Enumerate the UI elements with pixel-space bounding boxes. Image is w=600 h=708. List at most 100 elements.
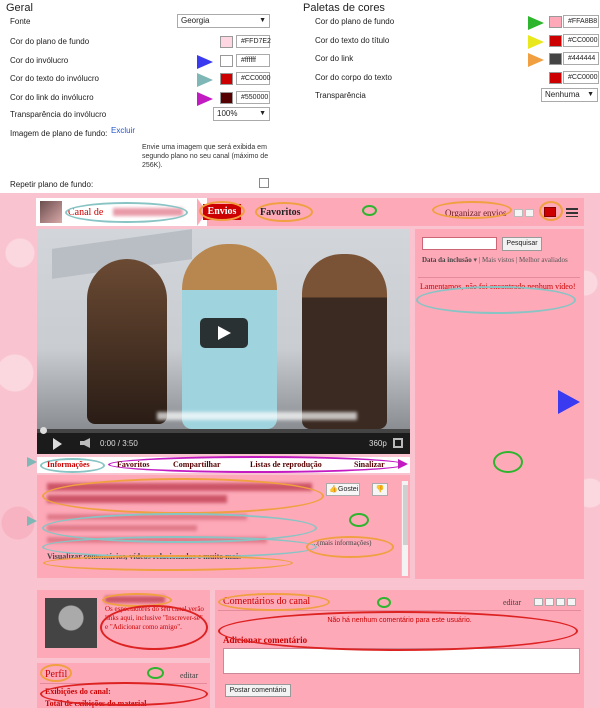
annotation-scribble-5	[147, 667, 164, 679]
channel-preview: Canal de Envios Favoritos Organizar envi…	[0, 193, 600, 708]
play-button[interactable]	[200, 318, 248, 348]
annotation-arrow-magenta-small	[398, 459, 408, 469]
video-title-blurred-1	[47, 483, 312, 491]
excluir-link[interactable]: Excluir	[111, 126, 135, 135]
visualizar-comentarios-link[interactable]: Visualizar comentários, vídeos relaciona…	[47, 552, 241, 561]
post-comment-button[interactable]: Postar comentário	[225, 684, 291, 697]
video-tab-1[interactable]: Favoritos	[117, 460, 149, 469]
paletas-color-swatch-2[interactable]	[549, 53, 562, 65]
video-tab-3[interactable]: Listas de reprodução	[250, 460, 322, 469]
comments-prev-button[interactable]	[545, 598, 554, 606]
paletas-annotation-arrow-2	[528, 53, 544, 67]
comments-last-button[interactable]	[567, 598, 576, 606]
geral-hex-input-0[interactable]: #FFD7E2	[236, 35, 271, 48]
paletas-annotation-arrow-0	[528, 16, 544, 30]
sort-mais-vistos[interactable]: Mais vistos	[482, 256, 514, 264]
grid-view-icon[interactable]	[566, 208, 578, 217]
paletas-hex-input-2[interactable]: #444444	[563, 52, 599, 65]
geral-color-swatch-1[interactable]	[220, 54, 233, 67]
tab-envios[interactable]: Envios	[203, 204, 241, 220]
fonte-select[interactable]: Georgia ▼	[177, 14, 270, 28]
comments-next-button[interactable]	[556, 598, 565, 606]
header-tabs-bg	[207, 198, 456, 226]
channel-owner-name-blurred[interactable]	[105, 596, 165, 603]
prev-page-button[interactable]	[514, 209, 523, 217]
volume-icon[interactable]	[80, 438, 90, 448]
comments-editar-link[interactable]: editar	[503, 598, 521, 607]
transparencia-select[interactable]: Nenhuma ▼	[541, 88, 598, 102]
comments-first-button[interactable]	[534, 598, 543, 606]
paletas-color-swatch-0[interactable]	[549, 16, 562, 28]
thumbs-down-icon[interactable]: 👎	[372, 483, 388, 496]
geral-annotation-arrow-2	[197, 73, 213, 87]
quality-label[interactable]: 360p	[369, 439, 387, 448]
geral-color-swatch-2[interactable]	[220, 73, 233, 85]
perfil-editar-link[interactable]: editar	[180, 671, 198, 680]
geral-hex-input-1[interactable]: #ffffff	[236, 53, 270, 67]
mais-informacoes-link[interactable]: ...(mais informações)	[312, 539, 371, 547]
transparencia-value: Nenhuma	[545, 90, 580, 99]
annotation-scribble-4	[377, 597, 391, 608]
comments-box: Comentários do canal editar Não há nenhu…	[215, 590, 584, 708]
annotation-arrow-blue-large	[558, 390, 580, 414]
tab-favoritos[interactable]: Favoritos	[260, 207, 301, 218]
progress-bar[interactable]	[37, 429, 410, 433]
video-desc-blurred-1	[47, 514, 247, 520]
video-tab-4[interactable]: Sinalizar	[354, 460, 385, 469]
geral-hex-input-2[interactable]: #CC0000	[236, 72, 271, 85]
paletas-title: Paletas de cores	[303, 2, 385, 14]
total-exibicoes-label: Total de exibições do material	[45, 699, 147, 708]
info-scrollbar[interactable]	[401, 481, 408, 576]
comment-textarea[interactable]	[223, 648, 580, 674]
geral-annotation-arrow-3	[197, 91, 213, 106]
video-desc-blurred-2	[47, 525, 197, 531]
annotation-arrow-teal-small	[27, 457, 37, 467]
organizar-envios-link[interactable]: Organizar envios	[445, 208, 507, 218]
video-info-panel: 👍 Gostei 👎 ...(mais informações) Visualiz…	[37, 475, 410, 578]
geral-hex-input-3[interactable]: #550000	[236, 90, 270, 104]
play-icon	[218, 326, 231, 340]
progress-handle[interactable]	[40, 427, 47, 434]
paletas-hex-input-3[interactable]: #CC0000	[563, 70, 599, 84]
paletas-hex-input-0[interactable]: #FFA8B8	[563, 15, 599, 28]
sort-data-inclusao[interactable]: Data da inclusão	[422, 256, 472, 264]
video-subtitle-blurred	[157, 412, 357, 420]
subscribe-box: Os espectadores do seu canal verão links…	[37, 590, 210, 658]
paletas-hex-input-1[interactable]: #CC0000	[563, 33, 599, 47]
sort-melhor-avaliados[interactable]: Melhor avaliados	[519, 256, 568, 264]
channel-title: Canal de	[68, 207, 104, 218]
comments-divider	[218, 610, 581, 611]
player-view-icon[interactable]	[544, 207, 556, 217]
search-input[interactable]	[422, 237, 497, 250]
geral-color-swatch-0[interactable]	[220, 36, 233, 48]
info-scrollbar-thumb[interactable]	[403, 485, 408, 545]
chevron-down-icon: ▼	[259, 110, 266, 117]
geral-row-label-2: Cor do texto do invólucro	[10, 74, 99, 83]
sort-options: Data da inclusão ▾ | Mais vistos | Melho…	[422, 256, 582, 265]
geral-row-label-3: Cor do link do invólucro	[10, 92, 94, 102]
repetir-checkbox[interactable]	[259, 178, 269, 188]
play-small-icon[interactable]	[53, 438, 62, 450]
add-comment-title: Adicionar comentário	[223, 635, 308, 645]
video-tab-2[interactable]: Compartilhar	[173, 460, 221, 469]
channel-owner-avatar[interactable]	[45, 598, 97, 648]
next-page-button[interactable]	[525, 209, 534, 217]
paletas-color-swatch-3[interactable]	[549, 71, 562, 84]
paletas-color-swatch-1[interactable]	[549, 34, 562, 47]
search-button[interactable]: Pesquisar	[502, 237, 542, 251]
fullscreen-icon[interactable]	[393, 438, 403, 448]
video-player[interactable]: 0:00 / 3:50 360p	[37, 229, 410, 454]
player-controls: 0:00 / 3:50 360p	[37, 427, 410, 454]
video-tab-0[interactable]: Informações	[47, 460, 90, 469]
imagem-label: Imagem de plano de fundo:	[10, 129, 108, 138]
channel-avatar[interactable]	[40, 201, 62, 223]
geral-color-swatch-3[interactable]	[220, 91, 233, 104]
transparencia-invólucro-select[interactable]: 100% ▼	[213, 107, 270, 121]
transparencia-invólucro-value: 100%	[217, 109, 238, 118]
thumbs-up-icon: 👍	[329, 486, 338, 493]
geral-annotation-arrow-1	[197, 54, 213, 69]
video-dancer-left	[87, 259, 167, 424]
gostei-button[interactable]: 👍 Gostei	[326, 483, 360, 496]
player-time: 0:00 / 3:50	[100, 439, 138, 448]
paletas-row-label-1: Cor do texto do título	[315, 35, 390, 45]
